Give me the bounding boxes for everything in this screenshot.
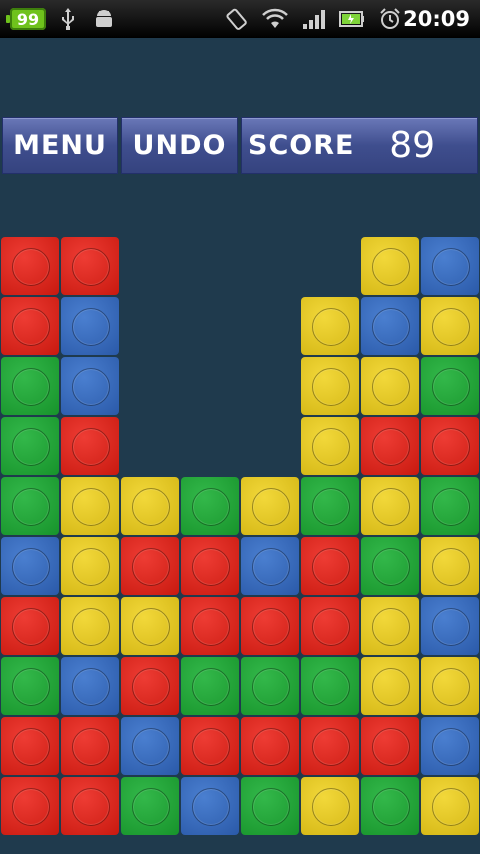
red-tile[interactable] <box>121 657 179 715</box>
red-tile[interactable] <box>301 537 359 595</box>
yellow-tile[interactable] <box>421 777 479 835</box>
green-tile[interactable] <box>1 357 59 415</box>
yellow-tile[interactable] <box>121 597 179 655</box>
red-tile[interactable] <box>241 717 299 775</box>
yellow-tile[interactable] <box>301 357 359 415</box>
yellow-tile[interactable] <box>361 357 419 415</box>
yellow-tile[interactable] <box>421 297 479 355</box>
green-tile[interactable] <box>241 657 299 715</box>
red-tile[interactable] <box>241 597 299 655</box>
screen-rotate-icon <box>224 0 250 38</box>
red-tile[interactable] <box>61 717 119 775</box>
yellow-tile[interactable] <box>361 657 419 715</box>
red-tile[interactable] <box>361 717 419 775</box>
blue-tile[interactable] <box>421 717 479 775</box>
red-tile[interactable] <box>181 717 239 775</box>
blue-tile[interactable] <box>421 597 479 655</box>
green-tile[interactable] <box>121 777 179 835</box>
green-tile[interactable] <box>1 657 59 715</box>
red-tile[interactable] <box>1 597 59 655</box>
red-tile[interactable] <box>301 597 359 655</box>
red-tile[interactable] <box>1 237 59 295</box>
blue-tile[interactable] <box>61 357 119 415</box>
red-tile[interactable] <box>61 237 119 295</box>
red-tile[interactable] <box>301 717 359 775</box>
yellow-tile[interactable] <box>61 477 119 535</box>
red-tile[interactable] <box>181 597 239 655</box>
green-tile[interactable] <box>241 777 299 835</box>
yellow-tile[interactable] <box>421 657 479 715</box>
score-value: 89 <box>389 125 435 166</box>
undo-button[interactable]: UNDO <box>121 117 238 174</box>
red-tile[interactable] <box>1 297 59 355</box>
green-tile[interactable] <box>1 477 59 535</box>
yellow-tile[interactable] <box>61 597 119 655</box>
red-tile[interactable] <box>121 537 179 595</box>
battery-icon <box>338 0 366 38</box>
blue-tile[interactable] <box>61 657 119 715</box>
blue-tile[interactable] <box>421 237 479 295</box>
green-tile[interactable] <box>301 477 359 535</box>
yellow-tile[interactable] <box>421 537 479 595</box>
red-tile[interactable] <box>61 417 119 475</box>
battery-level-badge: 99 <box>6 8 46 30</box>
game-board <box>0 236 480 836</box>
yellow-tile[interactable] <box>241 477 299 535</box>
yellow-tile[interactable] <box>361 237 419 295</box>
yellow-tile[interactable] <box>361 477 419 535</box>
yellow-tile[interactable] <box>121 477 179 535</box>
status-bar: 99 20:09 <box>0 0 480 38</box>
clock: 20:09 <box>403 7 470 31</box>
yellow-tile[interactable] <box>301 297 359 355</box>
green-tile[interactable] <box>361 537 419 595</box>
green-tile[interactable] <box>181 657 239 715</box>
signal-icon <box>300 0 326 38</box>
red-tile[interactable] <box>181 537 239 595</box>
red-tile[interactable] <box>1 717 59 775</box>
score-label: SCORE <box>248 130 355 161</box>
green-tile[interactable] <box>301 657 359 715</box>
red-tile[interactable] <box>421 417 479 475</box>
yellow-tile[interactable] <box>61 537 119 595</box>
wifi-icon <box>262 0 288 38</box>
blue-tile[interactable] <box>61 297 119 355</box>
yellow-tile[interactable] <box>361 597 419 655</box>
green-tile[interactable] <box>421 477 479 535</box>
green-tile[interactable] <box>1 417 59 475</box>
yellow-tile[interactable] <box>301 777 359 835</box>
menu-button[interactable]: MENU <box>2 117 118 174</box>
blue-tile[interactable] <box>241 537 299 595</box>
green-tile[interactable] <box>361 777 419 835</box>
yellow-tile[interactable] <box>301 417 359 475</box>
green-tile[interactable] <box>421 357 479 415</box>
alarm-icon <box>377 0 403 38</box>
blue-tile[interactable] <box>361 297 419 355</box>
android-debug-icon <box>92 0 116 38</box>
blue-tile[interactable] <box>1 537 59 595</box>
red-tile[interactable] <box>1 777 59 835</box>
blue-tile[interactable] <box>121 717 179 775</box>
score-panel: SCORE 89 <box>241 117 478 174</box>
red-tile[interactable] <box>361 417 419 475</box>
blue-tile[interactable] <box>181 777 239 835</box>
usb-icon <box>58 0 78 38</box>
green-tile[interactable] <box>181 477 239 535</box>
red-tile[interactable] <box>61 777 119 835</box>
